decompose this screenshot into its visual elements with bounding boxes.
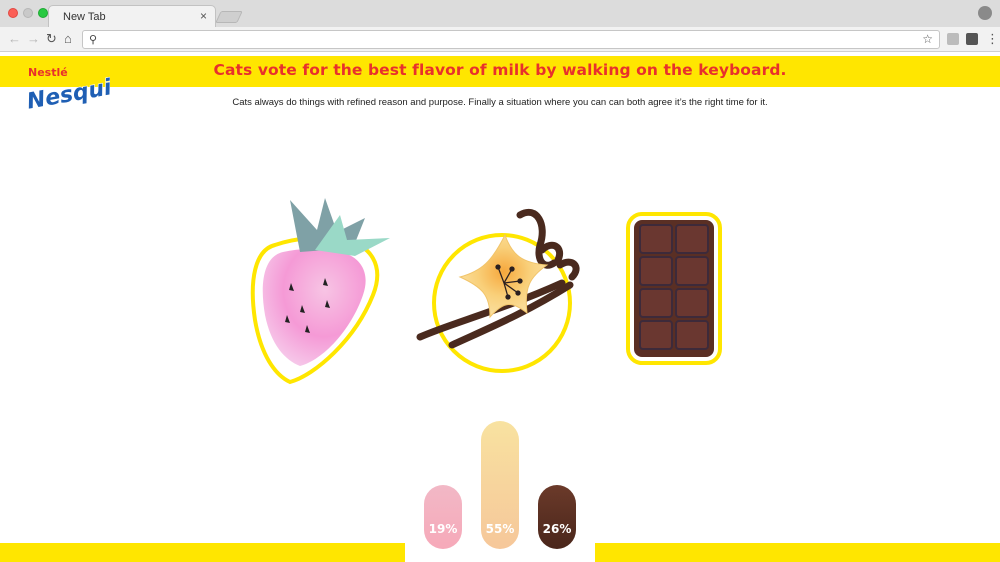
footer-strip-right: [595, 543, 1000, 562]
tab-title: New Tab: [63, 11, 106, 23]
address-bar[interactable]: ⚲ ☆: [82, 30, 940, 49]
new-tab-button[interactable]: [215, 11, 243, 23]
star-icon[interactable]: ☆: [922, 32, 933, 46]
strawberry-percent-label: 19%: [428, 522, 458, 536]
browser-toolbar: ← → ↻ ⌂ ⚲ ☆ ⋮: [0, 27, 1000, 52]
reload-icon[interactable]: ↻: [46, 31, 57, 47]
page-title: Cats vote for the best flavor of milk by…: [213, 61, 787, 79]
window-maximize-button[interactable]: [38, 8, 48, 18]
address-input[interactable]: [105, 32, 895, 47]
chocolate-percent-label: 26%: [542, 522, 572, 536]
vanilla-percent-label: 55%: [485, 522, 515, 536]
strawberry-body: [262, 249, 366, 366]
extension-icon[interactable]: [947, 33, 959, 45]
strawberry-option[interactable]: [245, 190, 395, 385]
browser-titlebar: New Tab ×: [0, 0, 1000, 27]
footer-strip-left: [0, 543, 405, 562]
chocolate-option[interactable]: [625, 211, 723, 366]
back-icon[interactable]: ←: [8, 31, 21, 47]
tab-close-icon[interactable]: ×: [200, 9, 207, 23]
profile-icon[interactable]: [978, 6, 992, 20]
extension-icon[interactable]: [966, 33, 978, 45]
strawberry-result-bar: 19%: [424, 485, 462, 549]
window-close-button[interactable]: [8, 8, 18, 18]
chocolate-result-bar: 26%: [538, 485, 576, 549]
forward-icon[interactable]: →: [27, 31, 40, 47]
vanilla-result-bar: 55%: [481, 421, 519, 549]
search-icon: ⚲: [89, 34, 98, 46]
menu-icon[interactable]: ⋮: [986, 31, 999, 47]
browser-tab[interactable]: New Tab ×: [48, 5, 216, 27]
window-minimize-button[interactable]: [23, 8, 33, 18]
vanilla-option[interactable]: [412, 205, 587, 375]
page-subtitle: Cats always do things with refined reaso…: [232, 97, 768, 108]
home-icon[interactable]: ⌂: [64, 31, 72, 47]
